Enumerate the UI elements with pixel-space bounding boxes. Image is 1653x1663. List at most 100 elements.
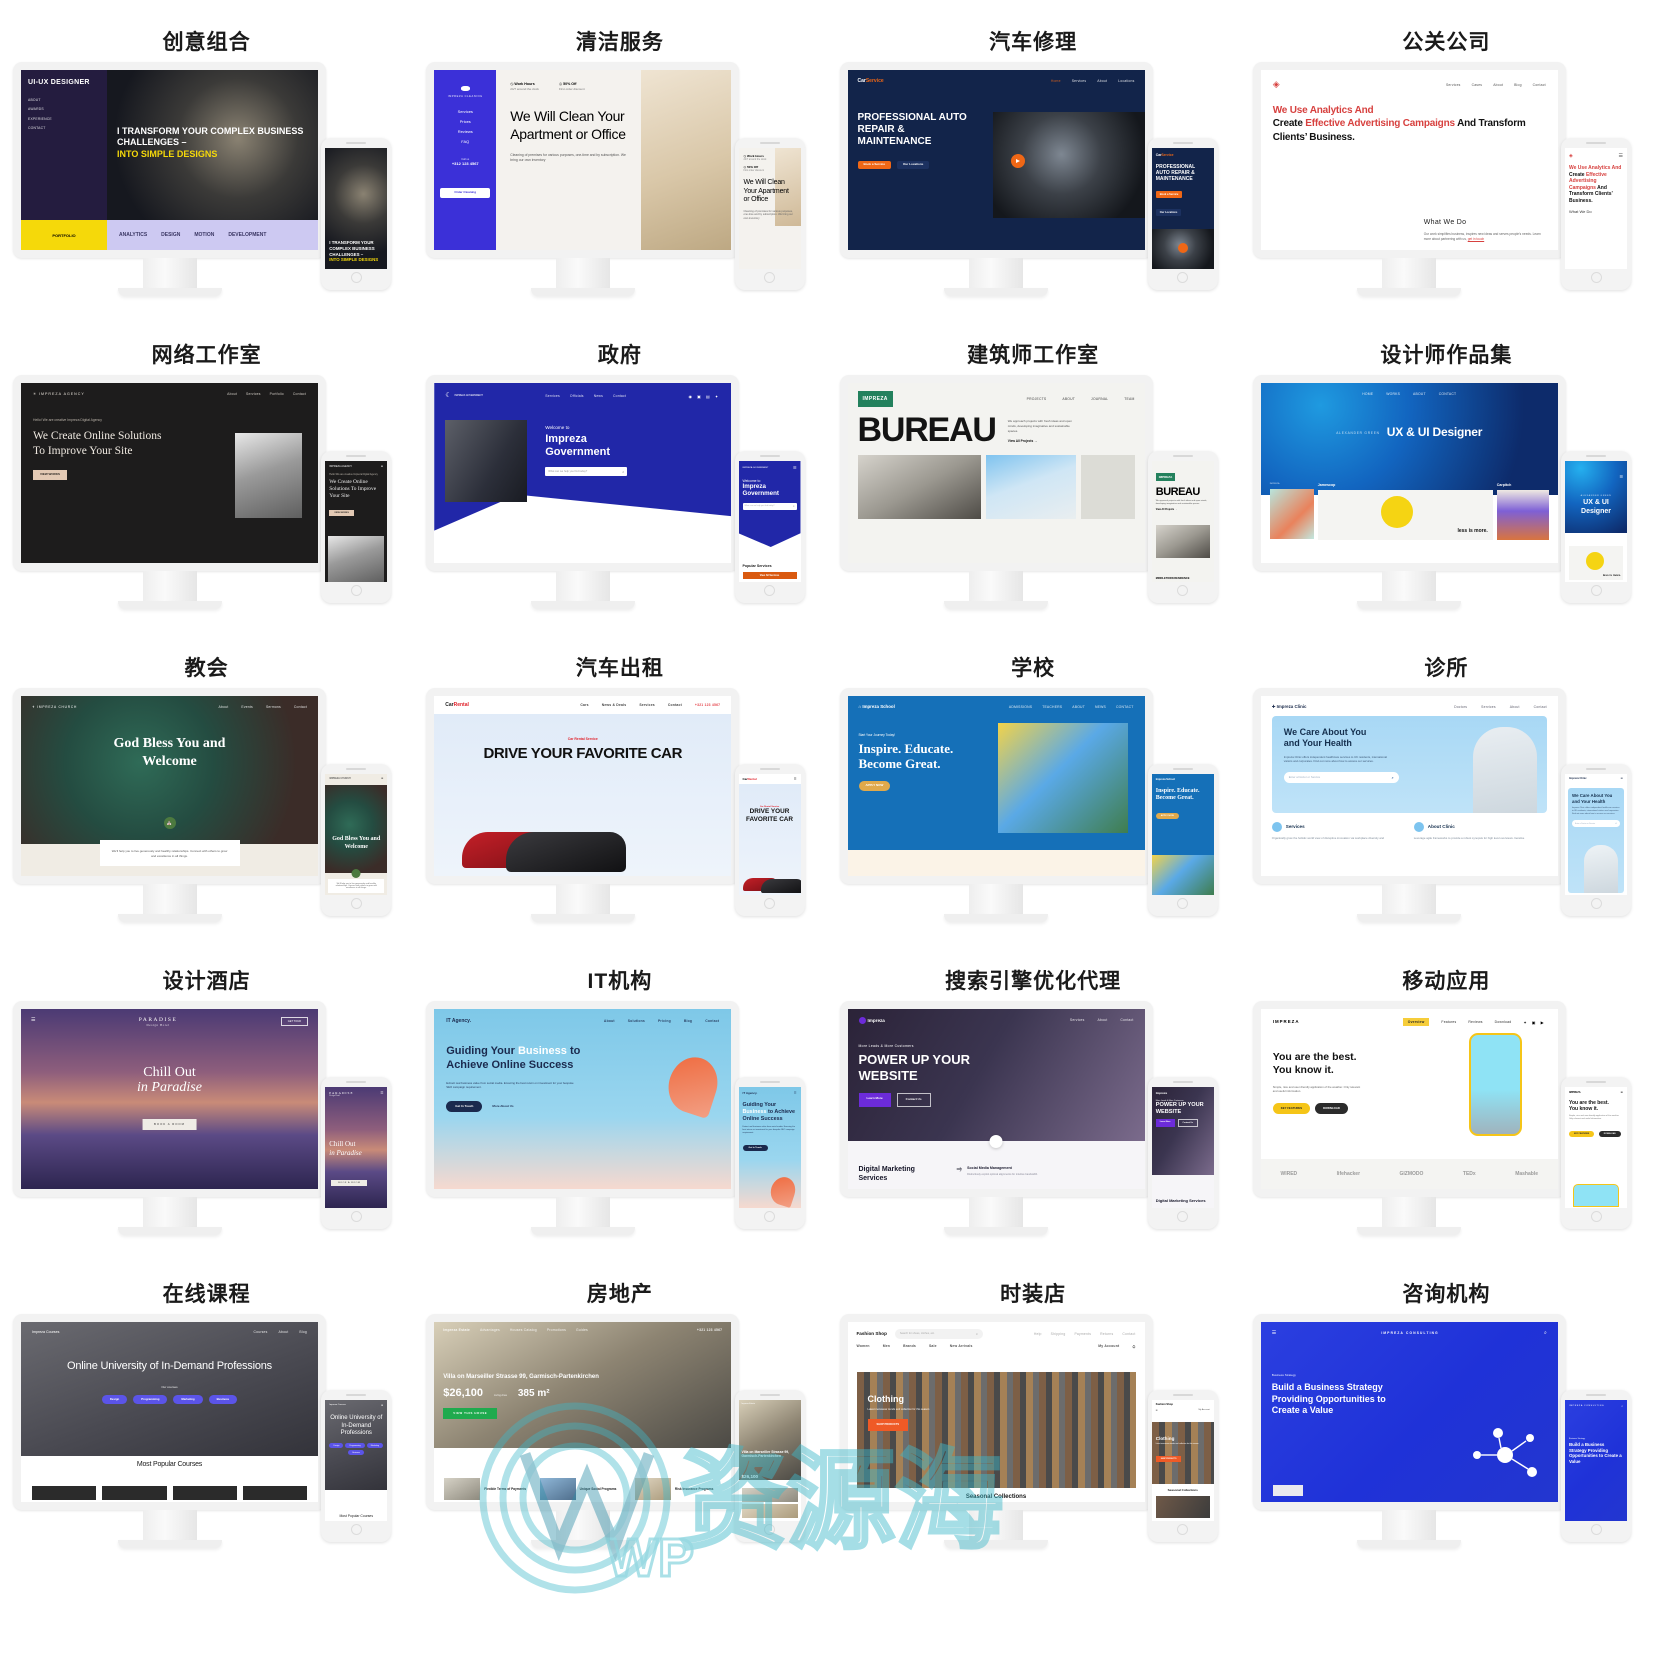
hamburger-icon[interactable]: ☰: [1272, 1330, 1276, 1336]
search-icon[interactable]: ⌕: [793, 504, 795, 508]
nav-item[interactable]: JOURNAL: [1091, 397, 1108, 401]
nav-item[interactable]: Promotions: [547, 1328, 566, 1332]
template-card-architect-bureau[interactable]: 建筑师工作室 IMPREZA PROJECTS ABOUT JOURNAL TE…: [827, 313, 1240, 626]
nav-item[interactable]: ABOUT: [1413, 392, 1426, 396]
template-card-online-courses[interactable]: 在线课程 Impreza Courses Courses About Blog: [0, 1252, 413, 1565]
get-tour-button[interactable]: GET TOUR: [280, 1017, 308, 1027]
template-card-seo-agency[interactable]: 搜索引擎优化代理 Impreza Services About Contact …: [827, 939, 1240, 1252]
nav-item[interactable]: Contact: [705, 1019, 719, 1023]
nav-item[interactable]: About: [279, 1330, 289, 1334]
nav-item[interactable]: Contact: [294, 705, 307, 709]
nav-item[interactable]: Services: [1070, 1018, 1085, 1022]
nav-item[interactable]: Portfolio: [270, 392, 284, 396]
template-card-real-estate[interactable]: 房地产 Impreza Estate Advantages Houses Cat…: [413, 1252, 826, 1565]
template-card-school[interactable]: 学校 ⌂ Impreza School ADMISSIONS TEACHERS …: [827, 626, 1240, 939]
chip[interactable]: Marketing: [173, 1394, 203, 1405]
nav-item[interactable]: ABOUT: [28, 98, 100, 102]
mobile-view-works-button[interactable]: VIEW WORKS: [329, 510, 354, 517]
search-input[interactable]: What can we help you find today?: [548, 470, 587, 473]
tab-item[interactable]: DEVELOPMENT: [228, 232, 266, 238]
mobile-chip[interactable]: Marketing: [366, 1443, 384, 1449]
get-in-touch-link[interactable]: get in touch: [1468, 237, 1484, 241]
nav-item[interactable]: Guides: [576, 1328, 588, 1332]
mobile-view-services-button[interactable]: View All Services: [742, 572, 797, 579]
mobile-download-button[interactable]: DOWNLOAD: [1598, 1131, 1621, 1138]
tag-portfolio[interactable]: PORTFOLIO: [21, 220, 107, 250]
template-card-design-hotel[interactable]: 设计酒店 ☰ PARADISE Design Hotel GET TOUR Ch…: [0, 939, 413, 1252]
mobile-chip[interactable]: Programming: [345, 1443, 365, 1449]
nav-item[interactable]: Help: [1034, 1332, 1042, 1336]
mobile-learn-button[interactable]: Learn More: [1155, 1119, 1175, 1128]
tab-item[interactable]: DESIGN: [161, 232, 180, 238]
tab-item[interactable]: MOTION: [194, 232, 214, 238]
chip[interactable]: Business: [208, 1394, 238, 1405]
book-room-button[interactable]: BOOK A ROOM: [142, 1119, 197, 1131]
book-service-button[interactable]: Book a Service: [857, 161, 892, 169]
nav-item[interactable]: Solutions: [628, 1019, 645, 1023]
nav-item[interactable]: Pricing: [658, 1019, 671, 1023]
search-icon[interactable]: ⌕: [1544, 1330, 1547, 1336]
template-card-web-studio[interactable]: 网络工作室 ✳ IMPREZA AGENCY About Services Po…: [0, 313, 413, 626]
hamburger-icon[interactable]: ☰: [381, 777, 383, 780]
shop-products-button[interactable]: SHOP PRODUCTS: [867, 1419, 909, 1431]
hamburger-icon[interactable]: ☰: [1156, 1409, 1158, 1412]
search-icon[interactable]: ⌕: [1621, 1404, 1623, 1408]
mobile-search-input[interactable]: Enter a Doctor or Service: [1575, 823, 1595, 825]
category-item[interactable]: Women: [857, 1344, 870, 1348]
template-card-government[interactable]: 政府 ☾ IMPREZA GOVERNMENT Services Officia…: [413, 313, 826, 626]
nav-item[interactable]: Services: [545, 394, 560, 398]
nav-item[interactable]: Contact: [668, 703, 682, 707]
play-button[interactable]: [1010, 154, 1025, 168]
nav-item[interactable]: Services: [1446, 83, 1461, 87]
scroll-down-button[interactable]: [989, 1135, 1003, 1148]
nav-item[interactable]: Doctors: [1454, 705, 1467, 709]
nav-item[interactable]: Advantages: [480, 1328, 500, 1332]
nav-item[interactable]: About: [227, 392, 237, 396]
nav-item[interactable]: ABOUT: [1072, 705, 1085, 709]
template-card-fashion-shop[interactable]: 时装店 Fashion Shop Search for shoes, cloth…: [827, 1252, 1240, 1565]
hamburger-icon[interactable]: ☰: [381, 465, 383, 468]
learn-more-button[interactable]: Learn More: [858, 1092, 891, 1107]
nav-item[interactable]: Cases: [1472, 83, 1483, 87]
nav-item[interactable]: CONTACT: [1116, 705, 1134, 709]
nav-item[interactable]: Home: [1051, 79, 1061, 83]
nav-item[interactable]: Cars: [580, 703, 588, 707]
mobile-projects-link[interactable]: View All Projects →: [1156, 509, 1210, 511]
nav-item[interactable]: Services: [246, 392, 261, 396]
nav-item[interactable]: Services: [1072, 79, 1087, 83]
more-about-button[interactable]: More About Us: [492, 1104, 513, 1109]
nav-item[interactable]: News: [594, 394, 603, 398]
nav-item[interactable]: Returns: [1100, 1332, 1113, 1336]
mobile-contact-button[interactable]: Contact Us: [1177, 1119, 1199, 1128]
nav-item[interactable]: CONTACT: [1439, 392, 1457, 396]
nav-item[interactable]: Contact: [613, 394, 626, 398]
mobile-chip[interactable]: Design: [329, 1443, 344, 1449]
hamburger-icon[interactable]: ☰: [380, 1091, 383, 1095]
nav-item[interactable]: TEAM: [1124, 397, 1134, 401]
nav-item[interactable]: Download: [1495, 1020, 1512, 1024]
template-card-pr-agency[interactable]: 公关公司 ◈ Services Cases About Blog Contact: [1240, 0, 1653, 313]
my-account-link[interactable]: My Account: [1098, 1344, 1119, 1348]
nav-item[interactable]: CONTACT: [28, 126, 100, 130]
nav-item[interactable]: About: [1493, 83, 1503, 87]
nav-item[interactable]: AWARDS: [28, 107, 100, 111]
category-item[interactable]: Brands: [903, 1344, 916, 1348]
nav-item[interactable]: Contact: [1534, 705, 1547, 709]
nav-item[interactable]: TEACHERS: [1042, 705, 1062, 709]
nav-item[interactable]: Shipping: [1051, 1332, 1066, 1336]
template-card-clinic[interactable]: 诊所 ✚ Impreza Clinic Doctors Services Abo…: [1240, 626, 1653, 939]
nav-item[interactable]: Contact: [1533, 83, 1546, 87]
work-title-2[interactable]: Carpitch: [1497, 483, 1549, 487]
hamburger-icon[interactable]: ☰: [1619, 474, 1623, 479]
nav-item[interactable]: Officials: [570, 394, 584, 398]
view-works-button[interactable]: VIEW WORKS: [33, 470, 67, 480]
mobile-shop-button[interactable]: SHOP PRODUCTS: [1155, 1455, 1182, 1462]
hamburger-icon[interactable]: ☰: [31, 1017, 35, 1023]
search-icon[interactable]: ⌕: [622, 470, 624, 474]
hamburger-icon[interactable]: ☰: [1619, 153, 1623, 159]
nav-item[interactable]: ABOUT: [1062, 397, 1075, 401]
nav-item[interactable]: About: [1097, 79, 1107, 83]
template-card-it-agency[interactable]: IT机构 IT Agency. About Solutions Pricing …: [413, 939, 826, 1252]
nav-item[interactable]: About: [604, 1019, 615, 1023]
tab-item[interactable]: ANALYTICS: [119, 232, 147, 238]
